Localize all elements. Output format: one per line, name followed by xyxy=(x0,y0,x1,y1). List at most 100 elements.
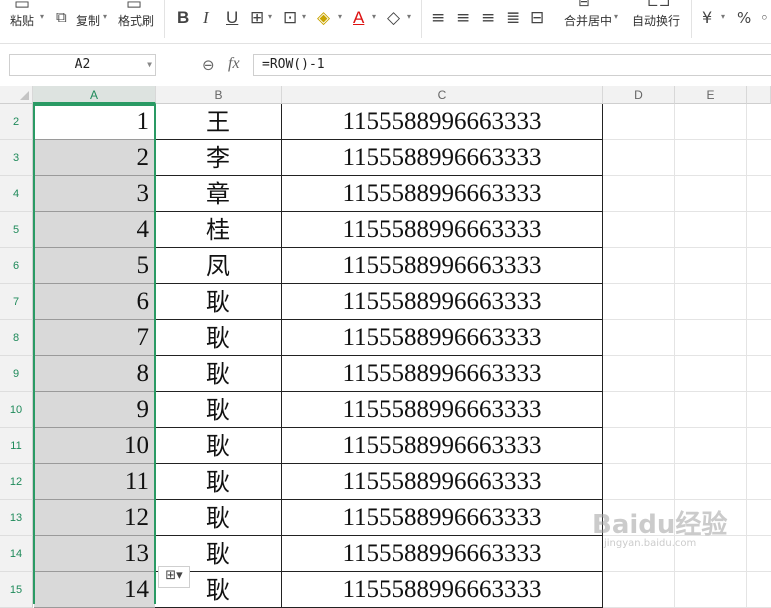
row-header[interactable]: 2 xyxy=(0,104,33,140)
copy-icon[interactable]: ⧉ xyxy=(56,7,67,27)
cell-c[interactable]: 1155588996663333 xyxy=(282,320,603,356)
row-header[interactable]: 13 xyxy=(0,500,33,536)
column-header-c[interactable]: C xyxy=(282,86,603,104)
cell-a[interactable]: 14 xyxy=(34,572,155,608)
borders-icon[interactable]: ⊞ xyxy=(250,8,264,28)
cell-c[interactable]: 1155588996663333 xyxy=(282,428,603,464)
merge-center-button[interactable]: 合并居中 xyxy=(564,12,612,29)
align-left-icon[interactable]: ≡ xyxy=(431,8,445,28)
cell-e[interactable] xyxy=(675,104,747,140)
cell-d[interactable] xyxy=(603,428,675,464)
cell-c[interactable]: 1155588996663333 xyxy=(282,248,603,284)
cell-c[interactable]: 1155588996663333 xyxy=(282,356,603,392)
paste-dropdown-icon[interactable]: ▾ xyxy=(40,12,44,21)
cell-f[interactable] xyxy=(747,536,771,572)
row-header[interactable]: 4 xyxy=(0,176,33,212)
cell-e[interactable] xyxy=(675,212,747,248)
cell-b[interactable]: 王 xyxy=(155,104,282,140)
cell-a[interactable]: 8 xyxy=(34,356,155,392)
cell-f[interactable] xyxy=(747,104,771,140)
name-box[interactable]: A2 ▼ xyxy=(9,54,156,76)
cell-f[interactable] xyxy=(747,140,771,176)
cell-d[interactable] xyxy=(603,572,675,608)
cell-e[interactable] xyxy=(675,464,747,500)
cell-a[interactable]: 13 xyxy=(34,536,155,572)
fill-color-dropdown-icon[interactable]: ▾ xyxy=(338,12,342,21)
insert-function-button[interactable]: fx xyxy=(228,55,240,73)
cell-d[interactable] xyxy=(603,320,675,356)
column-header-d[interactable]: D xyxy=(603,86,675,104)
cell-e[interactable] xyxy=(675,284,747,320)
row-header[interactable]: 6 xyxy=(0,248,33,284)
cell-d[interactable] xyxy=(603,212,675,248)
cell-e[interactable] xyxy=(675,572,747,608)
cell-f[interactable] xyxy=(747,248,771,284)
cell-c[interactable]: 1155588996663333 xyxy=(282,284,603,320)
cell-a[interactable]: 1 xyxy=(34,104,155,140)
row-header[interactable]: 8 xyxy=(0,320,33,356)
cell-a[interactable]: 11 xyxy=(34,464,155,500)
row-header[interactable]: 7 xyxy=(0,284,33,320)
cell-a[interactable]: 5 xyxy=(34,248,155,284)
align-right-icon[interactable]: ≡ xyxy=(481,8,495,28)
format-painter-button[interactable]: 格式刷 xyxy=(118,12,154,29)
currency-dropdown-icon[interactable]: ▾ xyxy=(721,12,725,21)
cell-d[interactable] xyxy=(603,392,675,428)
cell-e[interactable] xyxy=(675,428,747,464)
underline-button[interactable]: U xyxy=(226,8,238,28)
row-header[interactable]: 12 xyxy=(0,464,33,500)
cell-b[interactable]: 耿 xyxy=(155,500,282,536)
cell-c[interactable]: 1155588996663333 xyxy=(282,392,603,428)
cell-c[interactable]: 1155588996663333 xyxy=(282,212,603,248)
cell-a[interactable]: 6 xyxy=(34,284,155,320)
cell-f[interactable] xyxy=(747,428,771,464)
cell-f[interactable] xyxy=(747,572,771,608)
cell-a[interactable]: 9 xyxy=(34,392,155,428)
cell-d[interactable] xyxy=(603,140,675,176)
paste-button[interactable]: 粘贴 xyxy=(10,12,34,29)
cell-style-dropdown-icon[interactable]: ▾ xyxy=(302,12,306,21)
cell-a[interactable]: 4 xyxy=(34,212,155,248)
cell-e[interactable] xyxy=(675,320,747,356)
row-header[interactable]: 15 xyxy=(0,572,33,608)
zoom-formula-icon[interactable]: ⊖ xyxy=(202,56,215,74)
cell-b[interactable]: 耿 xyxy=(155,428,282,464)
cell-a[interactable]: 10 xyxy=(34,428,155,464)
row-header[interactable]: 3 xyxy=(0,140,33,176)
cell-b[interactable]: 耿 xyxy=(155,392,282,428)
clear-format-dropdown-icon[interactable]: ▾ xyxy=(407,12,411,21)
merge-center-icon[interactable]: ⊟ xyxy=(578,0,590,12)
cell-b[interactable]: 凤 xyxy=(155,248,282,284)
cell-style-icon[interactable]: ⊡ xyxy=(283,8,297,28)
name-box-dropdown-icon[interactable]: ▼ xyxy=(147,55,152,75)
cell-c[interactable]: 1155588996663333 xyxy=(282,572,603,608)
cell-b[interactable]: 章 xyxy=(155,176,282,212)
cell-b[interactable]: 耿 xyxy=(155,464,282,500)
cell-e[interactable] xyxy=(675,140,747,176)
borders-dropdown-icon[interactable]: ▾ xyxy=(268,12,272,21)
bold-button[interactable]: B xyxy=(177,8,189,28)
cell-f[interactable] xyxy=(747,500,771,536)
row-header[interactable]: 9 xyxy=(0,356,33,392)
fill-color-icon[interactable]: ◈ xyxy=(317,8,330,28)
formula-input[interactable]: =ROW()-1 xyxy=(253,54,771,76)
paste-options-button[interactable]: ⊞▾ xyxy=(158,566,190,588)
cell-e[interactable] xyxy=(675,248,747,284)
column-header-b[interactable]: B xyxy=(156,86,282,104)
row-header[interactable]: 14 xyxy=(0,536,33,572)
percent-format-button[interactable]: % xyxy=(737,8,751,28)
font-color-dropdown-icon[interactable]: ▾ xyxy=(372,12,376,21)
align-center-icon[interactable]: ≡ xyxy=(456,8,470,28)
row-header[interactable]: 11 xyxy=(0,428,33,464)
column-header-e[interactable]: E xyxy=(675,86,747,104)
cell-e[interactable] xyxy=(675,392,747,428)
cell-e[interactable] xyxy=(675,356,747,392)
cell-c[interactable]: 1155588996663333 xyxy=(282,176,603,212)
cell-f[interactable] xyxy=(747,176,771,212)
cell-d[interactable] xyxy=(603,284,675,320)
comma-style-icon[interactable]: ◦ xyxy=(760,8,769,28)
cell-b[interactable]: 耿 xyxy=(155,356,282,392)
cell-c[interactable]: 1155588996663333 xyxy=(282,104,603,140)
cell-c[interactable]: 1155588996663333 xyxy=(282,464,603,500)
cell-b[interactable]: 耿 xyxy=(155,284,282,320)
